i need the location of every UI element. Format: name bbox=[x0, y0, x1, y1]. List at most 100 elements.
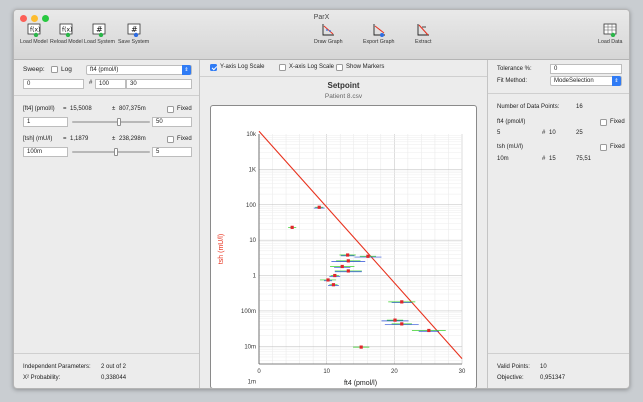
y-axis-label: tsh (mU/l) bbox=[218, 234, 225, 264]
parameters-panel: Sweep: Log ft4 (pmol/l) ⇕ 0 # 100 30 [ft… bbox=[14, 60, 200, 388]
y-tick-label: 1K bbox=[249, 167, 256, 173]
x-log-scale-checkbox[interactable] bbox=[279, 64, 286, 71]
x-tick-label: 0 bbox=[257, 369, 261, 375]
tolerance-label: Tolerance %: bbox=[497, 66, 532, 72]
save-system-button[interactable]: # Save System bbox=[118, 23, 149, 45]
svg-text:f(x): f(x) bbox=[30, 27, 40, 34]
x-tick-label: 20 bbox=[391, 369, 398, 375]
param-ft4-fixed-checkbox[interactable] bbox=[167, 106, 174, 113]
independent-params-label: Independent Parameters: bbox=[23, 364, 91, 370]
load-data-button[interactable]: Load Data bbox=[598, 23, 622, 45]
tolerance-field[interactable]: 0 bbox=[550, 64, 622, 74]
objective-label: Objective: bbox=[497, 375, 524, 381]
x-log-scale-label: X-axis Log Scale bbox=[289, 64, 335, 70]
y-tick-label: 1 bbox=[253, 274, 257, 280]
scatter-chart: 0 10 20 30 10k 1K 100 10 1 100m 10m 1m ft4 (pmol/l) t… bbox=[218, 130, 466, 387]
param-ft4-error: 807,375m bbox=[119, 106, 146, 112]
extract-button[interactable]: Extract bbox=[415, 23, 431, 45]
fit-method-label: Fit Method: bbox=[497, 78, 528, 84]
export-graph-icon bbox=[372, 23, 386, 37]
param-ft4-fixed-label: Fixed bbox=[177, 106, 192, 112]
chart-subtitle: Patient 8.csv bbox=[324, 93, 363, 100]
data-point bbox=[393, 318, 397, 322]
param-tsh-slider[interactable] bbox=[72, 151, 150, 153]
ft4-count-symbol: # bbox=[542, 130, 546, 136]
x-tick-label: 30 bbox=[459, 369, 466, 375]
data-points-value: 16 bbox=[576, 104, 583, 110]
save-system-label: Save System bbox=[118, 39, 150, 45]
tsh-range-count[interactable]: 15 bbox=[549, 156, 556, 162]
y-log-scale-label: Y-axis Log Scale bbox=[220, 64, 265, 70]
fit-method-select[interactable]: ModeSelection ⇕ bbox=[550, 76, 622, 86]
fit-method-value: ModeSelection bbox=[554, 78, 594, 84]
sweep-count-symbol: # bbox=[89, 80, 93, 86]
y-tick-label: 100m bbox=[241, 309, 256, 315]
fit-settings-panel: Tolerance %: 0 Fit Method: ModeSelection… bbox=[487, 60, 629, 388]
app-window: ParX f(x) Load Model f(x) Reload Model #… bbox=[13, 9, 630, 389]
divider bbox=[488, 353, 629, 354]
param-tsh-max-field[interactable]: 5 bbox=[152, 147, 192, 157]
tsh-fixed-checkbox[interactable] bbox=[600, 144, 607, 151]
param-tsh-slider-knob[interactable] bbox=[114, 148, 118, 156]
data-points-label: Number of Data Points: bbox=[497, 104, 560, 110]
load-system-label: Load System bbox=[84, 39, 115, 45]
sweep-label: Sweep: bbox=[23, 66, 45, 73]
sweep-count-field[interactable]: 100 bbox=[95, 79, 126, 89]
tsh-range-min[interactable]: 10m bbox=[497, 156, 509, 162]
load-data-label: Load Data bbox=[598, 39, 623, 45]
reload-model-label: Reload Model bbox=[50, 39, 83, 45]
tsh-range-max[interactable]: 75,51 bbox=[576, 156, 591, 162]
param-ft4-slider[interactable] bbox=[72, 121, 150, 123]
function-reload-icon: f(x) bbox=[59, 23, 73, 37]
divider bbox=[488, 93, 629, 94]
window-title: ParX bbox=[313, 14, 330, 21]
data-point bbox=[326, 278, 330, 282]
divider bbox=[200, 76, 487, 77]
sweep-log-label: Log bbox=[61, 66, 72, 73]
param-ft4-min-field[interactable]: 1 bbox=[23, 117, 68, 127]
sweep-from-field[interactable]: 0 bbox=[23, 79, 84, 89]
valid-points-label: Valid Points: bbox=[497, 364, 530, 370]
y-tick-label: 10m bbox=[244, 344, 256, 350]
draw-graph-button[interactable]: Draw Graph bbox=[314, 23, 343, 45]
show-markers-label: Show Markers bbox=[346, 64, 385, 70]
chevron-updown-icon: ⇕ bbox=[612, 76, 621, 86]
param-ft4-slider-knob[interactable] bbox=[117, 118, 121, 126]
sweep-log-checkbox[interactable] bbox=[51, 66, 58, 73]
graph-panel: Y-axis Log Scale X-axis Log Scale Show M… bbox=[200, 60, 487, 388]
divider bbox=[14, 95, 199, 96]
sweep-parameter-select[interactable]: ft4 (pmol/l) ⇕ bbox=[86, 65, 192, 75]
data-point bbox=[400, 322, 404, 326]
chi-probability-label: X² Probability: bbox=[23, 375, 61, 381]
param-ft4-max-field[interactable]: 50 bbox=[152, 117, 192, 127]
reload-model-button[interactable]: f(x) Reload Model bbox=[50, 23, 83, 45]
param-ft4-name: [ft4] (pmol/l) bbox=[23, 106, 55, 112]
hash-save-icon: # bbox=[127, 23, 141, 37]
load-system-button[interactable]: # Load System bbox=[84, 23, 115, 45]
ft4-range-label: ft4 (pmol/l) bbox=[497, 119, 526, 125]
ft4-range-count[interactable]: 10 bbox=[549, 130, 556, 136]
sweep-parameter-value: ft4 (pmol/l) bbox=[90, 67, 119, 73]
param-tsh-fixed-label: Fixed bbox=[177, 136, 192, 142]
y-tick-label: 10k bbox=[246, 132, 257, 138]
ft4-fixed-checkbox[interactable] bbox=[600, 119, 607, 126]
chevron-updown-icon: ⇕ bbox=[182, 65, 191, 75]
export-graph-button[interactable]: Export Graph bbox=[363, 23, 395, 45]
param-tsh-pm: ± bbox=[112, 136, 116, 142]
sweep-to-field[interactable]: 30 bbox=[126, 79, 192, 89]
param-tsh-min-field[interactable]: 100m bbox=[23, 147, 68, 157]
chi-probability-value: 0,338044 bbox=[101, 375, 127, 381]
ft4-range-max[interactable]: 25 bbox=[576, 130, 583, 136]
param-ft4-pm: ± bbox=[112, 106, 116, 112]
ft4-range-min[interactable]: 5 bbox=[497, 130, 500, 136]
show-markers-checkbox[interactable] bbox=[336, 64, 343, 71]
data-point bbox=[366, 254, 370, 258]
data-point bbox=[400, 300, 404, 304]
y-log-scale-checkbox[interactable] bbox=[210, 64, 217, 71]
chart-title: Setpoint bbox=[327, 81, 360, 90]
load-model-button[interactable]: f(x) Load Model bbox=[20, 23, 48, 45]
data-point bbox=[427, 328, 431, 333]
tsh-range-label: tsh (mU/l) bbox=[497, 144, 523, 150]
param-tsh-fixed-checkbox[interactable] bbox=[167, 136, 174, 143]
data-point bbox=[340, 264, 344, 269]
